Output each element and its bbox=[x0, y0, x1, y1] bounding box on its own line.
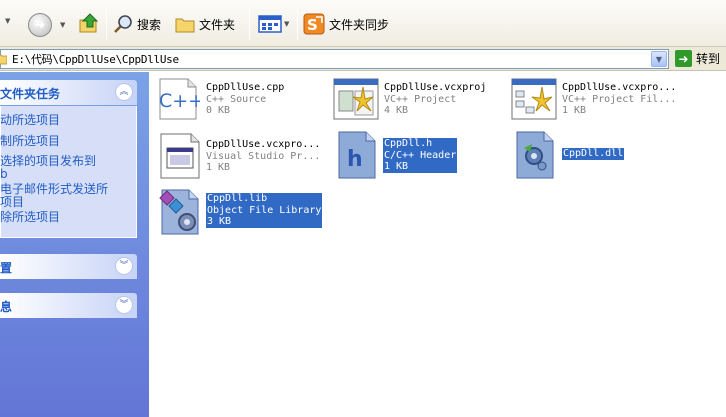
toolbar-separator bbox=[297, 8, 298, 40]
address-dropdown-button[interactable]: ▼ bbox=[651, 51, 667, 67]
dll-file-icon bbox=[516, 131, 554, 179]
file-view bbox=[149, 72, 726, 417]
search-label: 搜索 bbox=[137, 17, 162, 32]
folder-sync-label: 文件夹同步 bbox=[329, 17, 390, 32]
file-name: CppDllUse.vcxproj bbox=[384, 82, 487, 93]
task-delete-selected[interactable]: 除所选项目 bbox=[0, 211, 60, 224]
file-name: CppDll.h bbox=[384, 138, 433, 149]
svg-text:h: h bbox=[347, 147, 363, 172]
file-type: VC++ Project bbox=[384, 93, 457, 105]
folder-sync-button[interactable]: S 文件夹同步 bbox=[303, 13, 389, 35]
dropdown-arrow-icon: ▼ bbox=[5, 17, 11, 25]
other-places-header[interactable]: 置 ︾ bbox=[0, 254, 137, 279]
file-type: C/C++ Header bbox=[384, 149, 457, 161]
toolbar-separator bbox=[249, 8, 250, 40]
folder-tasks-header[interactable]: 文件夹任务 ︽ bbox=[0, 80, 137, 105]
file-name: CppDllUse.vcxpro... bbox=[206, 139, 321, 150]
go-button[interactable]: ➜ 转到 bbox=[675, 50, 720, 67]
lib-file-icon bbox=[159, 189, 199, 235]
file-type: C++ Source bbox=[206, 93, 267, 105]
task-move-selected[interactable]: 动所选项目 bbox=[0, 114, 60, 127]
search-button[interactable]: 搜索 bbox=[113, 14, 161, 34]
vc-project-icon bbox=[333, 78, 379, 120]
details-header[interactable]: 息 ︾ bbox=[0, 293, 137, 318]
file-label: CppDll.lib Object File Library 3 KB bbox=[206, 193, 323, 228]
go-label: 转到 bbox=[696, 52, 721, 66]
expand-icon[interactable]: ︾ bbox=[115, 296, 133, 314]
other-places-title: 置 bbox=[0, 261, 13, 275]
file-size: 0 KB bbox=[206, 105, 231, 116]
go-arrow-icon: ➜ bbox=[675, 50, 692, 67]
folder-sync-icon: S bbox=[303, 13, 325, 35]
file-size: 1 KB bbox=[206, 162, 231, 173]
folder-tasks-title: 文件夹任务 bbox=[0, 87, 61, 101]
views-dropdown-icon: ▼ bbox=[284, 20, 290, 28]
views-icon bbox=[258, 15, 282, 33]
folder-icon bbox=[175, 18, 195, 33]
svg-text:S: S bbox=[307, 16, 318, 34]
header-file-icon: h bbox=[338, 131, 376, 179]
address-field[interactable]: E:\代码\CppDllUse\CppDllUse ▼ bbox=[0, 49, 669, 69]
toolbar: ▼ ➜ ▼ 搜索 文件夹 ▼ S 文件夹同步 bbox=[0, 0, 726, 47]
file-type: VC++ Project Fil... bbox=[562, 93, 677, 105]
folders-button[interactable]: 文件夹 bbox=[175, 14, 235, 34]
folder-icon bbox=[0, 54, 7, 65]
file-type: Visual Studio Pr... bbox=[206, 150, 321, 162]
vc-project-filters-icon bbox=[511, 78, 557, 120]
forward-dropdown-icon[interactable]: ▼ bbox=[60, 21, 65, 29]
svg-text:C++: C++ bbox=[159, 90, 200, 112]
views-button[interactable]: ▼ bbox=[258, 14, 289, 34]
file-label: CppDllUse.vcxpro... VC++ Project Fil... … bbox=[562, 82, 676, 117]
task-copy-selected[interactable]: 制所选项目 bbox=[0, 135, 60, 148]
vs-user-file-icon bbox=[160, 133, 200, 179]
expand-icon[interactable]: ︾ bbox=[115, 257, 133, 275]
address-bar: E:\代码\CppDllUse\CppDllUse ▼ ➜ 转到 bbox=[0, 47, 726, 71]
file-type: Object File Library bbox=[207, 204, 322, 216]
up-folder-button[interactable] bbox=[78, 12, 100, 34]
address-path: E:\代码\CppDllUse\CppDllUse bbox=[12, 53, 179, 66]
file-size: 4 KB bbox=[384, 105, 409, 116]
file-name: CppDll.dll bbox=[563, 148, 624, 159]
forward-arrow-icon: ➜ bbox=[34, 17, 46, 33]
task-email-selected-cont[interactable]: 项目 bbox=[0, 196, 24, 209]
collapse-icon[interactable]: ︽ bbox=[115, 83, 133, 101]
toolbar-separator bbox=[106, 8, 107, 40]
file-size: 3 KB bbox=[207, 216, 232, 227]
file-label: CppDllUse.vcxproj VC++ Project 4 KB bbox=[384, 82, 486, 117]
task-publish-selected-cont[interactable]: b bbox=[0, 168, 8, 181]
search-icon bbox=[114, 15, 132, 33]
file-size: 1 KB bbox=[562, 105, 587, 116]
file-name: CppDll.lib bbox=[207, 193, 268, 204]
up-folder-icon bbox=[79, 13, 99, 33]
file-label: CppDll.h C/C++ Header 1 KB bbox=[383, 138, 458, 173]
file-label: CppDll.dll bbox=[562, 148, 625, 160]
file-name: CppDllUse.vcxpro... bbox=[562, 82, 677, 93]
task-publish-selected[interactable]: 选择的项目发布到 bbox=[0, 155, 96, 168]
folders-label: 文件夹 bbox=[199, 17, 236, 32]
file-label: CppDllUse.cpp C++ Source 0 KB bbox=[206, 82, 284, 117]
forward-button[interactable]: ➜ bbox=[28, 13, 52, 37]
file-name: CppDllUse.cpp bbox=[206, 82, 285, 93]
file-label: CppDllUse.vcxpro... Visual Studio Pr... … bbox=[206, 139, 320, 174]
file-size: 1 KB bbox=[384, 161, 409, 172]
cpp-source-icon: C++ bbox=[159, 78, 200, 120]
details-title: 息 bbox=[0, 300, 13, 314]
chevron-down-icon: ▼ bbox=[655, 54, 663, 64]
